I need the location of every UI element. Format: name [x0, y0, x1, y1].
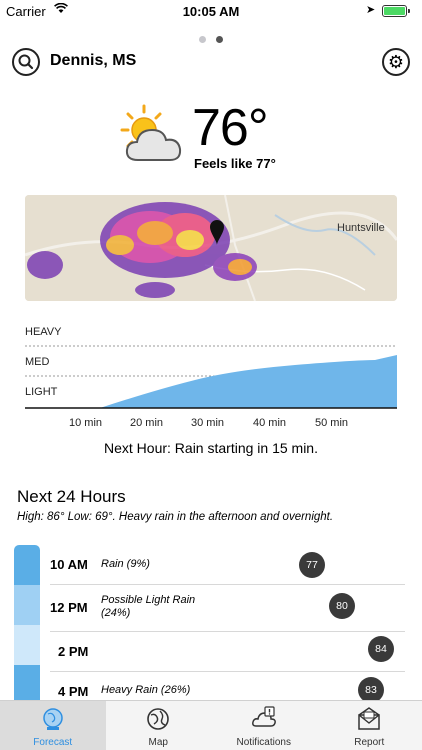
time-tick: 20 min	[130, 417, 164, 429]
precipitation-graph: HEAVY MED LIGHT 10 min 20 min 30 min 40 …	[25, 320, 397, 435]
tab-bar: Forecast Map Notifications Report	[0, 700, 422, 750]
location-arrow-icon: ➤	[366, 4, 376, 16]
page-dot[interactable]	[199, 36, 206, 43]
time-tick: 40 min	[253, 417, 287, 429]
hour-time: 4 PM	[58, 684, 89, 699]
current-temperature: 76°	[192, 99, 269, 157]
hour-row[interactable]: 10 AM Rain (9%) 77	[50, 545, 405, 585]
location-title: Dennis, MS	[50, 52, 137, 69]
precip-timeline-bar	[14, 545, 40, 705]
tab-notifications[interactable]: Notifications	[211, 701, 317, 750]
settings-button[interactable]: ⚙	[382, 48, 410, 76]
level-light: LIGHT	[25, 386, 58, 398]
map-city-label: Huntsville	[337, 222, 385, 234]
next-hour-summary: Next Hour: Rain starting in 15 min.	[104, 440, 318, 456]
hour-time: 12 PM	[50, 600, 88, 615]
search-icon	[18, 54, 34, 70]
hour-desc: Rain (9%)	[101, 558, 150, 570]
hour-desc: Possible Light Rain (24%)	[101, 594, 196, 619]
hour-time: 2 PM	[58, 644, 89, 659]
hour-row[interactable]: 12 PM Possible Light Rain (24%) 80	[50, 585, 405, 632]
status-bar: Carrier 10:05 AM ➤	[0, 0, 422, 22]
tab-label: Notifications	[236, 737, 291, 748]
time-tick: 30 min	[191, 417, 225, 429]
hour-temp: 80	[329, 593, 355, 619]
tab-forecast[interactable]: Forecast	[0, 701, 106, 750]
envelope-icon	[358, 707, 380, 730]
tab-label: Forecast	[33, 737, 73, 748]
notification-cloud-icon	[251, 706, 276, 727]
gear-icon: ⚙	[387, 52, 405, 72]
hour-time: 10 AM	[50, 557, 88, 572]
page-dot-active[interactable]	[216, 36, 223, 43]
partly-cloudy-icon	[118, 102, 190, 166]
precipitation-area-chart	[25, 345, 397, 409]
time-tick: 50 min	[315, 417, 349, 429]
time-tick: 10 min	[69, 417, 103, 429]
hour-temp: 77	[299, 552, 325, 578]
radar-map[interactable]: Huntsville	[25, 195, 397, 301]
page-indicator[interactable]	[0, 30, 422, 48]
level-heavy: HEAVY	[25, 326, 62, 338]
next24-summary: High: 86° Low: 69°. Heavy rain in the af…	[17, 511, 334, 523]
next24-title: Next 24 Hours	[17, 487, 126, 506]
feels-like: Feels like 77°	[194, 156, 276, 171]
radar-map-image	[25, 195, 397, 301]
tab-map[interactable]: Map	[106, 701, 212, 750]
tab-report[interactable]: Report	[317, 701, 422, 750]
battery-icon	[382, 5, 407, 17]
battery-cap	[408, 9, 410, 13]
tab-label: Map	[148, 737, 168, 748]
level-med: MED	[25, 356, 50, 368]
hour-desc: Heavy Rain (26%)	[101, 684, 191, 696]
status-time: 10:05 AM	[182, 4, 240, 19]
map-globe-icon	[147, 708, 170, 730]
search-button[interactable]	[12, 48, 40, 76]
hour-temp: 84	[368, 636, 394, 662]
globe-icon	[43, 708, 63, 730]
tab-label: Report	[354, 737, 385, 748]
hour-row[interactable]: 2 PM 84	[50, 632, 405, 672]
